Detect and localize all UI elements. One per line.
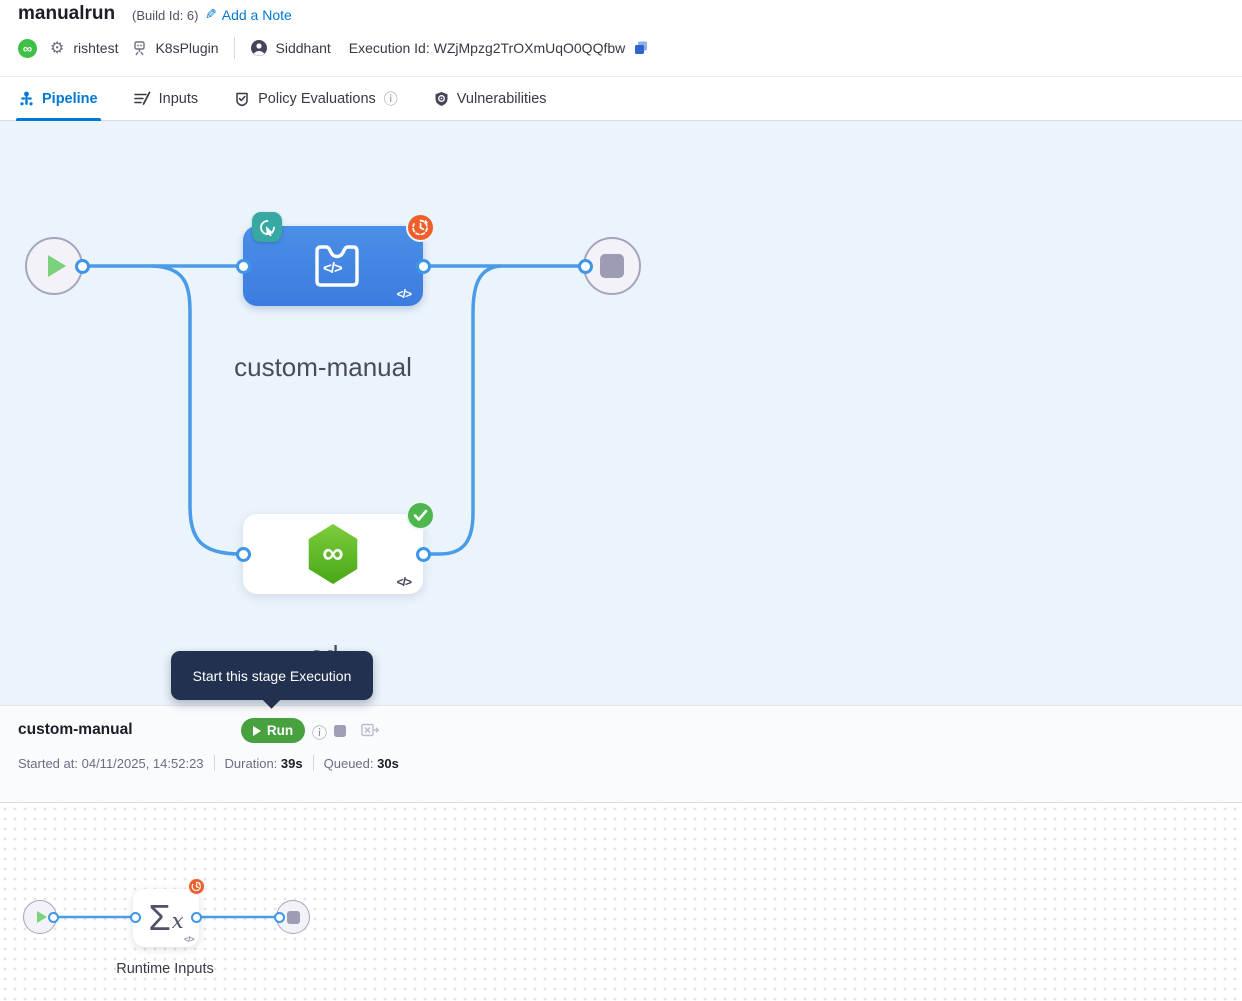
runtime-inputs-canvas: Σx </> Runtime Inputs — [0, 804, 1242, 1001]
pencil-icon: ✎ — [205, 6, 217, 23]
stage-label: custom-manual — [193, 352, 453, 383]
mini-pending-badge-icon — [188, 878, 205, 895]
mini-node-label: Runtime Inputs — [65, 961, 265, 977]
run-button-label: Run — [267, 723, 293, 738]
tab-bar: Pipeline Inputs Policy Evaluations ⓘ — [0, 76, 1242, 121]
copy-icon[interactable] — [633, 40, 649, 56]
tab-pipeline[interactable]: Pipeline — [16, 77, 101, 120]
add-note-button[interactable]: ✎ Add a Note — [205, 6, 292, 23]
stage-run-bar: custom-manual Run ⓘ Started at: 04/11/20… — [0, 705, 1242, 803]
run-button[interactable]: Run — [241, 718, 305, 743]
play-icon — [37, 911, 47, 923]
svg-text:</>: </> — [323, 260, 343, 277]
port — [416, 547, 431, 562]
success-status-badge-icon — [406, 501, 435, 530]
skip-stage-icon[interactable] — [361, 723, 379, 738]
tab-inputs[interactable]: Inputs — [131, 77, 202, 120]
stop-icon — [600, 254, 624, 278]
header: manualrun (Build Id: 6) ✎ Add a Note ∞ ⚙… — [0, 0, 1242, 76]
port — [75, 259, 90, 274]
port — [274, 912, 285, 923]
stop-square-icon[interactable] — [334, 725, 346, 737]
execution-page: manualrun (Build Id: 6) ✎ Add a Note ∞ ⚙… — [0, 0, 1242, 1001]
run-tooltip: Start this stage Execution — [171, 651, 373, 700]
custom-stage-icon: </> — [304, 240, 362, 292]
started-value: 04/11/2025, 14:52:23 — [82, 756, 204, 771]
play-icon — [48, 255, 66, 277]
connector-edges — [0, 121, 700, 705]
stop-icon — [287, 911, 300, 924]
port — [236, 547, 251, 562]
queued-label: Queued: — [324, 756, 374, 771]
repo-name: rishtest — [73, 40, 118, 56]
harness-step-node[interactable]: ∞ </> — [243, 514, 423, 594]
stage-code-chip: </> — [397, 287, 411, 301]
pending-status-badge-icon — [406, 213, 435, 242]
pipeline-icon — [19, 91, 34, 107]
inputs-icon — [134, 91, 151, 106]
pipeline-canvas: </> </> custom-manual ∞ — [0, 121, 1242, 705]
plugin-icon — [131, 40, 148, 57]
divider — [234, 37, 235, 59]
run-bar-stage-name: custom-manual — [18, 721, 133, 739]
vulnerabilities-shield-icon — [434, 91, 449, 107]
add-note-label: Add a Note — [222, 7, 292, 23]
policy-shield-icon — [234, 91, 250, 107]
run-play-icon — [253, 726, 261, 736]
tooltip-text: Start this stage Execution — [193, 668, 352, 684]
port — [236, 259, 251, 274]
tab-pipeline-label: Pipeline — [42, 91, 98, 107]
tab-vulnerabilities-label: Vulnerabilities — [457, 91, 547, 107]
sigma-icon: Σ — [148, 900, 170, 936]
mini-code-chip: </> — [184, 935, 194, 944]
user-name: Siddhant — [276, 40, 331, 56]
duration-value: 39s — [281, 756, 303, 771]
step-code-chip: </> — [397, 575, 411, 589]
manual-interrupt-badge-icon — [252, 212, 282, 242]
user-avatar-icon — [250, 39, 268, 57]
info-icon[interactable]: ⓘ — [312, 722, 327, 743]
run-meta-row: Started at: 04/11/2025, 14:52:23 Duratio… — [18, 755, 399, 771]
port — [416, 259, 431, 274]
tab-vulnerabilities[interactable]: Vulnerabilities — [431, 77, 550, 120]
port — [191, 912, 202, 923]
tab-inputs-label: Inputs — [159, 91, 199, 107]
queued-value: 30s — [377, 756, 399, 771]
port — [48, 912, 59, 923]
divider — [214, 755, 215, 771]
started-label: Started at: — [18, 756, 78, 771]
policy-info-icon: ⓘ — [384, 89, 398, 109]
header-meta-row: ∞ ⚙ rishtest K8sPlugin Siddhant Executio… — [0, 33, 649, 63]
plugin-name: K8sPlugin — [155, 40, 218, 56]
gear-icon: ⚙ — [50, 38, 64, 58]
build-id: (Build Id: 6) — [132, 8, 198, 23]
duration-label: Duration: — [225, 756, 278, 771]
tab-policy-label: Policy Evaluations — [258, 91, 376, 107]
page-title: manualrun — [18, 3, 115, 25]
execution-id: Execution Id: WZjMpzg2TrOXmUqO0QQfbw — [349, 40, 625, 56]
harness-logo-icon: ∞ — [18, 39, 37, 58]
harness-hexagon-icon: ∞ — [306, 524, 360, 584]
divider — [313, 755, 314, 771]
port — [130, 912, 141, 923]
tab-policy-evaluations[interactable]: Policy Evaluations ⓘ — [231, 77, 401, 120]
port — [578, 259, 593, 274]
